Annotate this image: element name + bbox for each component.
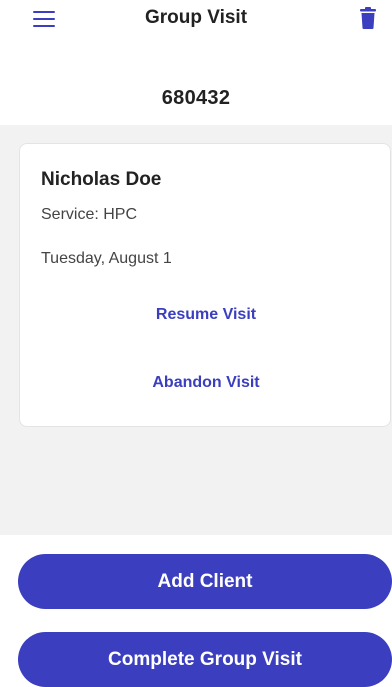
client-service: Service: HPC bbox=[41, 206, 138, 223]
trash-icon[interactable] bbox=[360, 7, 376, 29]
client-name: Nicholas Doe bbox=[41, 169, 162, 190]
client-card: Nicholas Doe Service: HPC Tuesday, Augus… bbox=[19, 143, 391, 427]
resume-visit-button[interactable]: Resume Visit bbox=[20, 306, 392, 324]
group-visit-id: 680432 bbox=[161, 87, 231, 109]
visit-date: Tuesday, August 1 bbox=[41, 250, 172, 267]
page-title: Group Visit bbox=[144, 7, 248, 28]
complete-group-visit-button[interactable]: Complete Group Visit bbox=[18, 632, 392, 687]
client-list: Nicholas Doe Service: HPC Tuesday, Augus… bbox=[0, 125, 392, 535]
add-client-button[interactable]: Add Client bbox=[18, 554, 392, 609]
abandon-visit-button[interactable]: Abandon Visit bbox=[20, 374, 392, 392]
app-header: Group Visit bbox=[0, 0, 392, 48]
